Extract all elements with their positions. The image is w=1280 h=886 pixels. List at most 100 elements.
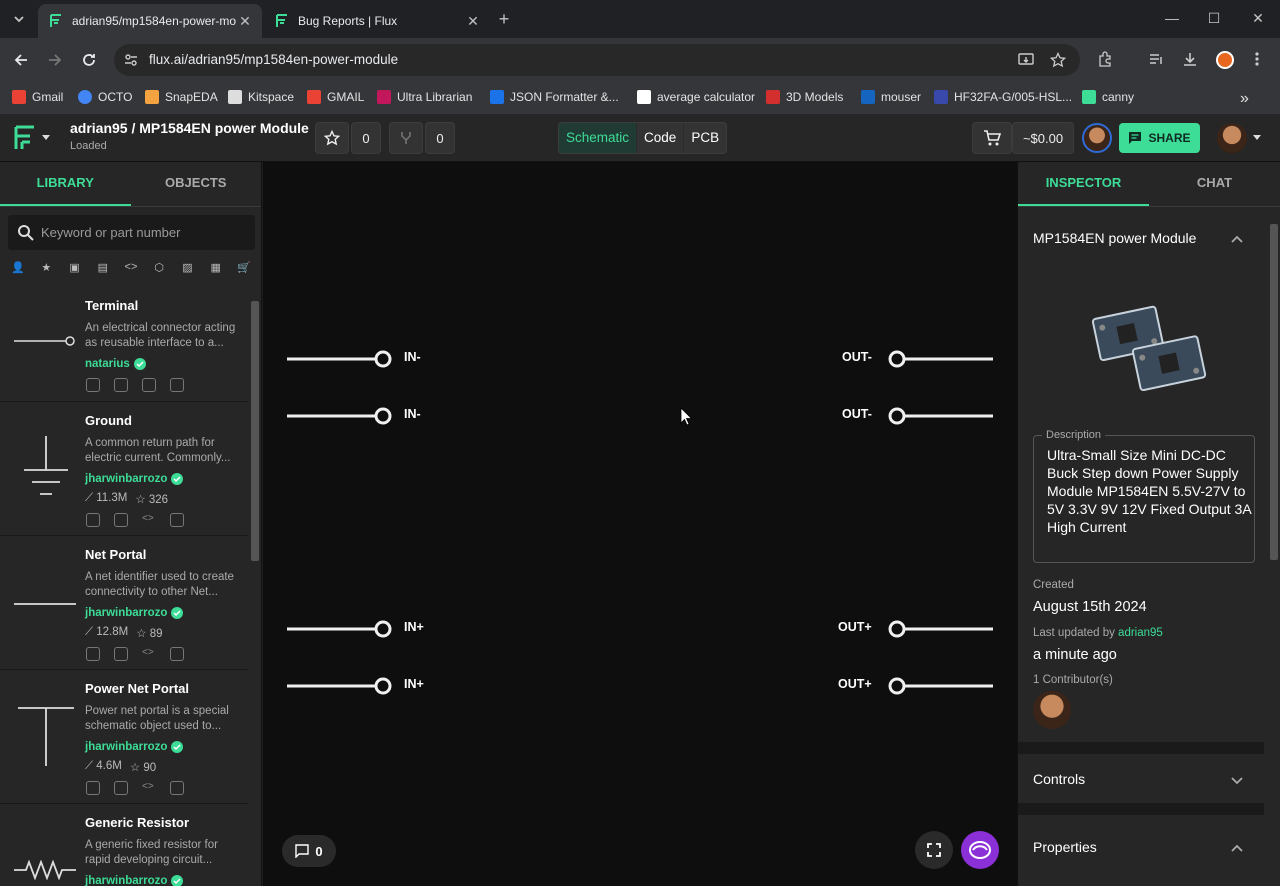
browser-menu-icon[interactable] [1254,51,1260,67]
chevron-up-icon[interactable] [1230,232,1244,246]
item-author[interactable]: jharwinbarrozo [85,875,184,886]
cart-total[interactable]: ~$0.00 [1012,122,1074,154]
list-item-ground[interactable]: Ground A common return path for electric… [0,402,248,536]
tab-search-button[interactable] [8,8,30,30]
controls-section-title[interactable]: Controls [1033,771,1085,787]
bookmark-mouser[interactable]: mouser [861,90,921,104]
bookmark-gmail-2[interactable]: GMAIL [307,90,364,104]
code-filter-icon[interactable]: <> [124,260,138,274]
close-window-icon[interactable]: ✕ [1248,10,1268,27]
bookmark-json-formatter[interactable]: JSON Formatter &... [490,90,619,104]
close-tab-icon[interactable]: ✕ [236,12,254,30]
media-control-icon[interactable] [1148,51,1164,67]
bookmark-average-calculator[interactable]: average calculator [637,90,755,104]
tab-chat[interactable]: CHAT [1149,162,1280,206]
pin-in-plus-1[interactable] [287,620,392,638]
download-icon[interactable] [1182,51,1198,67]
library-scrollbar[interactable] [250,289,260,886]
fork-button[interactable] [389,122,423,154]
minimize-icon[interactable]: — [1162,10,1182,26]
image-filter-icon[interactable]: ▨ [180,260,194,274]
pin-out-minus-2[interactable] [888,407,993,425]
comments-button[interactable]: 0 [282,835,336,867]
install-app-icon[interactable] [1018,52,1034,68]
browser-tab-bug-reports[interactable]: Bug Reports | Flux ✕ [264,4,490,38]
list-item-terminal[interactable]: Terminal An electrical connector acting … [0,289,248,402]
bookmark-gmail[interactable]: Gmail [12,90,63,104]
bookmark-kitspace[interactable]: Kitspace [228,90,294,104]
scrollbar-thumb[interactable] [251,301,259,561]
fit-to-screen-button[interactable] [915,831,953,869]
profile-avatar[interactable] [1216,51,1234,69]
qr-filter-icon[interactable]: ▦ [209,260,223,274]
project-title[interactable]: adrian95 / MP1584EN power Module [70,120,309,136]
pin-in-plus-2[interactable] [287,677,392,695]
item-description: An electrical connector acting as reusab… [85,322,236,349]
more-bookmarks-icon[interactable]: » [1240,90,1249,108]
item-author[interactable]: jharwinbarrozo [85,607,184,619]
usage-count: ⟋ 11.3M [85,492,128,504]
description-field[interactable]: Description Ultra-Small Size Mini DC-DC … [1033,429,1255,563]
bookmark-hf32fa[interactable]: HF32FA-G/005-HSL... [934,90,1072,104]
chip-filter-icon[interactable]: ▣ [68,260,82,274]
list-item-net-portal[interactable]: Net Portal A net identifier used to crea… [0,536,248,670]
copilot-button[interactable] [961,831,999,869]
pin-in-minus-1[interactable] [287,350,392,368]
item-title: Generic Resistor [85,815,190,830]
bookmark-octo[interactable]: OCTO [78,90,132,104]
user-avatar[interactable] [1217,123,1247,153]
tab-pcb[interactable]: PCB [684,123,726,153]
tab-code[interactable]: Code [637,123,685,153]
bookmark-snapeda[interactable]: SnapEDA [145,90,218,104]
pin-in-minus-2[interactable] [287,407,392,425]
item-author[interactable]: jharwinbarrozo [85,473,184,485]
tab-objects[interactable]: OBJECTS [131,162,262,206]
new-tab-button[interactable]: + [494,10,514,30]
bookmark-ultra-librarian[interactable]: Ultra Librarian [377,90,472,104]
star-filter-icon[interactable]: ★ [39,260,53,274]
tab-library[interactable]: LIBRARY [0,162,131,206]
item-author[interactable]: jharwinbarrozo [85,741,184,753]
item-author[interactable]: natarius [85,358,146,370]
contributor-avatar[interactable] [1033,691,1071,729]
flux-menu-button[interactable] [12,124,50,152]
pin-out-plus-1[interactable] [888,620,993,638]
site-info-icon[interactable] [124,53,138,67]
extensions-icon[interactable] [1097,51,1113,67]
tab-inspector[interactable]: INSPECTOR [1018,162,1149,206]
browser-tab-flux-project[interactable]: adrian95/mp1584en-power-mo ✕ [38,4,262,38]
library-search-input[interactable]: Keyword or part number [8,215,255,250]
flux-logo-icon [1082,90,1096,104]
close-tab-icon[interactable]: ✕ [464,12,482,30]
pin-out-plus-2[interactable] [888,677,993,695]
inspector-panel: INSPECTOR CHAT MP1584EN power Module Des… [1017,162,1280,886]
pin-out-minus-1[interactable] [888,350,993,368]
properties-section-title[interactable]: Properties [1033,839,1097,855]
module-filter-icon[interactable]: ▤ [96,260,110,274]
caret-down-icon[interactable] [1253,135,1261,141]
reload-button[interactable] [79,50,99,70]
forward-button[interactable] [45,50,65,70]
bookmark-3d-models[interactable]: 3D Models [766,90,843,104]
cart-button[interactable] [972,122,1012,154]
list-item-generic-resistor[interactable]: Generic Resistor A generic fixed resisto… [0,804,248,886]
cube-filter-icon[interactable]: ⬡ [152,260,166,274]
schematic-canvas[interactable]: IN- IN- IN+ IN+ OUT- OUT- OUT+ OUT+ 0 [263,162,1017,886]
chevron-down-icon[interactable] [1230,773,1244,787]
tab-schematic[interactable]: Schematic [559,123,638,153]
list-item-power-net-portal[interactable]: Power Net Portal Power net portal is a s… [0,670,248,804]
back-button[interactable] [11,50,31,70]
user-filter-icon[interactable]: 👤 [11,260,25,274]
bookmark-star-icon[interactable] [1050,52,1066,68]
chevron-up-icon[interactable] [1230,841,1244,855]
inspector-scrollbar[interactable] [1269,210,1279,560]
share-button[interactable]: SHARE [1119,123,1200,153]
bookmark-canny[interactable]: canny [1082,90,1134,104]
cart-filter-icon[interactable]: 🛒 [237,260,251,274]
star-button[interactable] [315,122,349,154]
address-bar[interactable]: flux.ai/adrian95/mp1584en-power-module [114,44,1080,76]
collaborator-avatar[interactable] [1082,123,1112,153]
maximize-icon[interactable]: ☐ [1204,10,1224,27]
scrollbar-thumb[interactable] [1270,224,1278,560]
updated-by-link[interactable]: adrian95 [1118,627,1163,639]
